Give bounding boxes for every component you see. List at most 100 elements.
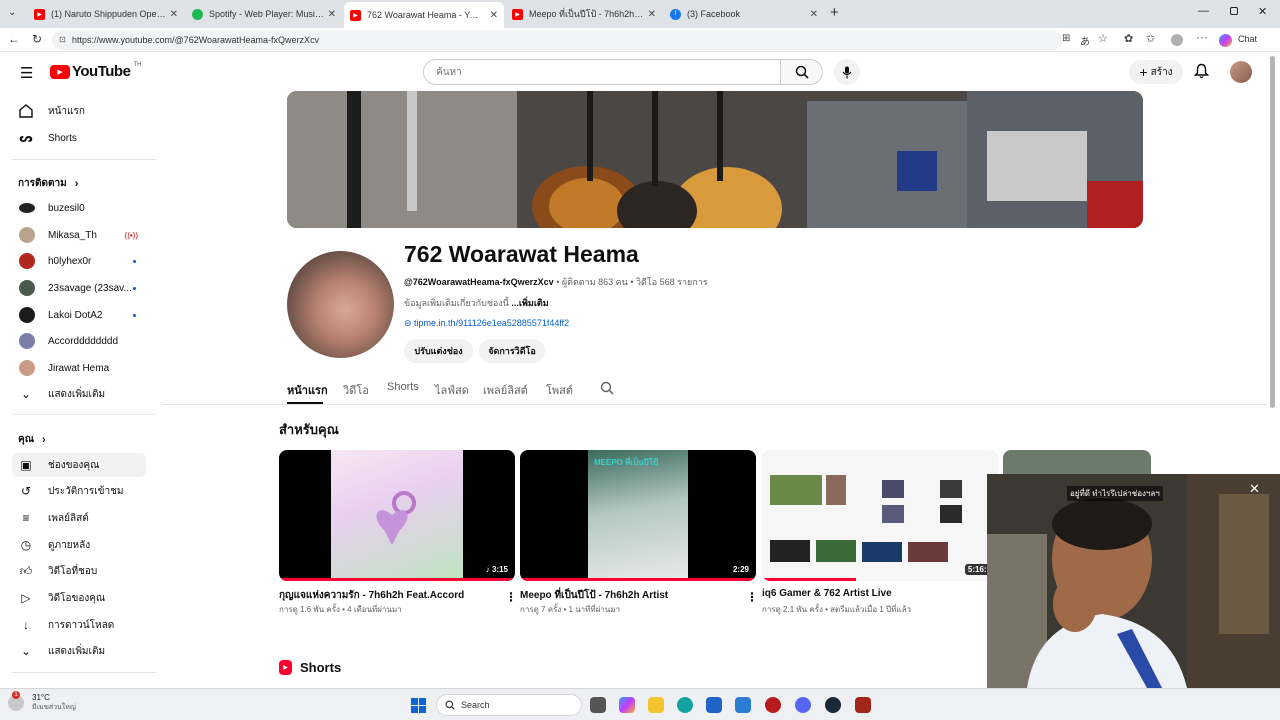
new-tab-plus-icon[interactable]: + [830, 4, 839, 21]
store-icon[interactable] [706, 697, 722, 713]
profile-avatar[interactable] [1171, 34, 1183, 46]
tab-videos[interactable]: วิดีโอ [343, 381, 369, 399]
sidebar-item-your-videos[interactable]: ▷ วิดีโอของคุณ [12, 586, 146, 610]
sidebar-item-liked-videos[interactable]: 👍︎ วิดีโอที่ชอบ [12, 559, 146, 583]
tab-posts[interactable]: โพสต์ [546, 381, 573, 399]
customize-channel-button[interactable]: ปรับแต่งช่อง [404, 339, 473, 363]
sidebar-item-your-channel[interactable]: ▣ ช่องของคุณ [12, 453, 146, 477]
video-title[interactable]: Meepo ที่เป็นปีโป้ - 7h6h2h Artist [520, 588, 668, 603]
window-restore-icon[interactable] [1230, 7, 1238, 15]
sidebar-item-shorts[interactable]: ᔕ Shorts [12, 126, 146, 150]
tab-close-icon[interactable]: ✕ [490, 10, 498, 21]
youtube-logo[interactable]: ▶ YouTube TH [50, 62, 141, 80]
sidebar-item-subscription[interactable]: h0lyhex0r [12, 249, 146, 273]
account-avatar[interactable] [1230, 61, 1252, 83]
browser-tab-spotify[interactable]: Spotify - Web Player: Music for ev ✕ [186, 3, 342, 25]
video-thumbnail[interactable]: ♪ 3:15 [279, 450, 515, 581]
sidebar-show-more-you[interactable]: ⌄ แสดงเพิ่มเติม [12, 639, 146, 663]
video-title[interactable]: กุญแจแห่งความรัก - 7h6h2h Feat.Accord [279, 588, 464, 603]
video-thumbnail[interactable]: MEEPO ที่เป็นปีโป้ 2:29 [520, 450, 756, 581]
search-button[interactable] [781, 59, 823, 85]
voice-search-button[interactable] [834, 59, 860, 85]
task-view-icon[interactable] [590, 697, 606, 713]
tab-title: (1) Naruto Shippuden Opening 6 [51, 9, 166, 19]
windows-start-icon[interactable] [411, 698, 426, 713]
pip-close-icon[interactable]: ✕ [1249, 481, 1260, 497]
sidebar-item-subscription[interactable]: buzesil0 [12, 196, 146, 220]
notifications-bell-icon[interactable] [1193, 63, 1210, 84]
video-thumbnail[interactable]: 5:16:1 [762, 450, 998, 581]
guide-menu-icon[interactable]: ☰ [20, 64, 33, 82]
tab-close-icon[interactable]: ✕ [170, 9, 178, 20]
sidebar-item-subscription[interactable]: Lakoi DotA2 [12, 303, 146, 327]
create-button[interactable]: + สร้าง [1129, 60, 1183, 84]
window-minimize-icon[interactable]: — [1198, 5, 1209, 17]
tab-actions-chevron-icon[interactable]: ⌄ [8, 7, 16, 18]
video-more-options-icon[interactable]: ⋮ [505, 590, 517, 604]
file-explorer-icon[interactable] [648, 697, 664, 713]
sidebar-item-subscription[interactable]: Jirawat Hema [12, 356, 146, 380]
sidebar-item-subscription[interactable]: 23savage (23sav... [12, 276, 146, 300]
outlook-icon[interactable] [735, 697, 751, 713]
weather-widget[interactable]: 1 31°C มีเมฆส่วนใหญ่ [8, 691, 76, 713]
favorites-icon[interactable]: ✩ [1146, 32, 1155, 45]
watch-progress-bar [520, 578, 756, 581]
site-info-icon[interactable]: ⊡ [59, 30, 66, 50]
app-red-circle-icon[interactable] [765, 697, 781, 713]
translate-icon[interactable]: あ [1080, 33, 1090, 48]
browser-tab-meepo[interactable]: ▶ Meepo ที่เป็นปีโป้ - 7h6h2h Arti ✕ [506, 3, 662, 25]
sidebar-show-more-subscriptions[interactable]: ⌄ แสดงเพิ่มเติม [12, 382, 146, 406]
channel-avatar-large[interactable] [287, 251, 394, 358]
sidebar-item-subscription[interactable]: Accordddddddd [12, 329, 146, 353]
edge-browser-icon[interactable] [677, 697, 693, 713]
sidebar-item-history[interactable]: ↺ ประวัติการเข้าชม [12, 479, 146, 503]
subscriptions-heading[interactable]: การติดตาม › [18, 176, 78, 191]
microphone-icon [842, 66, 852, 78]
browser-menu-icon[interactable]: ··· [1196, 30, 1208, 44]
url-field[interactable]: ⊡ https://www.youtube.com/@762WoarawatHe… [52, 30, 1062, 50]
you-heading[interactable]: คุณ › [18, 432, 46, 447]
manage-videos-button[interactable]: จัดการวิดีโอ [479, 339, 545, 363]
extensions-icon[interactable]: ✿ [1124, 32, 1133, 45]
sidebar-divider [12, 414, 156, 415]
sidebar-item-subscription[interactable]: Mikasa_Th ((•)) [12, 223, 146, 247]
dota2-icon[interactable] [855, 697, 871, 713]
watch-progress-bar [762, 578, 857, 581]
window-close-icon[interactable]: ✕ [1258, 5, 1267, 18]
channel-banner [287, 91, 1143, 228]
steam-icon[interactable] [825, 697, 841, 713]
copilot-taskbar-icon[interactable] [619, 697, 635, 713]
back-arrow-icon[interactable]: ← [8, 32, 20, 46]
taskbar-search-box[interactable]: Search [436, 694, 582, 716]
tab-close-icon[interactable]: ✕ [810, 9, 818, 20]
tab-playlists[interactable]: เพลย์ลิสต์ [483, 381, 528, 399]
search-input[interactable] [423, 59, 781, 85]
browser-tab-naruto[interactable]: ▶ (1) Naruto Shippuden Opening 6 ✕ [28, 3, 184, 25]
sidebar-item-playlists[interactable]: ≡ เพลย์ลิสต์ [12, 506, 146, 530]
tab-shorts[interactable]: Shorts [387, 381, 419, 393]
video-more-options-icon[interactable]: ⋮ [746, 590, 758, 604]
sidebar-item-watch-later[interactable]: ◷ ดูภายหลัง [12, 533, 146, 557]
channel-about[interactable]: ข้อมูลเพิ่มเติมเกี่ยวกับช่องนี้ ...เพิ่ม… [404, 296, 549, 310]
channel-search-icon[interactable] [600, 381, 614, 395]
copilot-icon[interactable] [1219, 34, 1232, 47]
discord-icon[interactable] [795, 697, 811, 713]
channel-link[interactable]: ⊖ tipme.in.th/911126e1ea52885571f44ff2 [404, 318, 569, 329]
tab-live[interactable]: ไลฟ์สด [435, 381, 469, 399]
tab-close-icon[interactable]: ✕ [648, 9, 656, 20]
tab-close-icon[interactable]: ✕ [328, 9, 336, 20]
copilot-chat-label[interactable]: Chat [1238, 34, 1257, 44]
picture-in-picture-window[interactable]: อยู่ที่ดี ทำไรรึเปล่าช่องฯลฯ ✕ [987, 474, 1280, 688]
reload-icon[interactable]: ↻ [32, 32, 42, 46]
sidebar-item-label: แสดงเพิ่มเติม [48, 388, 106, 400]
page-scrollbar[interactable] [1270, 56, 1275, 408]
browser-tab-facebook[interactable]: f (3) Facebook ✕ [664, 3, 824, 25]
favorite-star-icon[interactable]: ☆ [1098, 32, 1108, 45]
about-more-link[interactable]: ...เพิ่มเติม [509, 298, 548, 308]
browser-tab-youtube-channel[interactable]: ▶ 762 Woarawat Heama - YouTube ✕ [344, 2, 504, 28]
video-title[interactable]: iq6 Gamer & 762 Artist Live [762, 588, 892, 599]
sidebar-item-home[interactable]: หน้าแรก [12, 99, 146, 123]
read-aloud-icon[interactable]: ⊞ [1062, 33, 1070, 44]
sidebar-item-downloads[interactable]: ↓ การดาวน์โหลด [12, 613, 146, 637]
tab-home[interactable]: หน้าแรก [287, 381, 328, 399]
